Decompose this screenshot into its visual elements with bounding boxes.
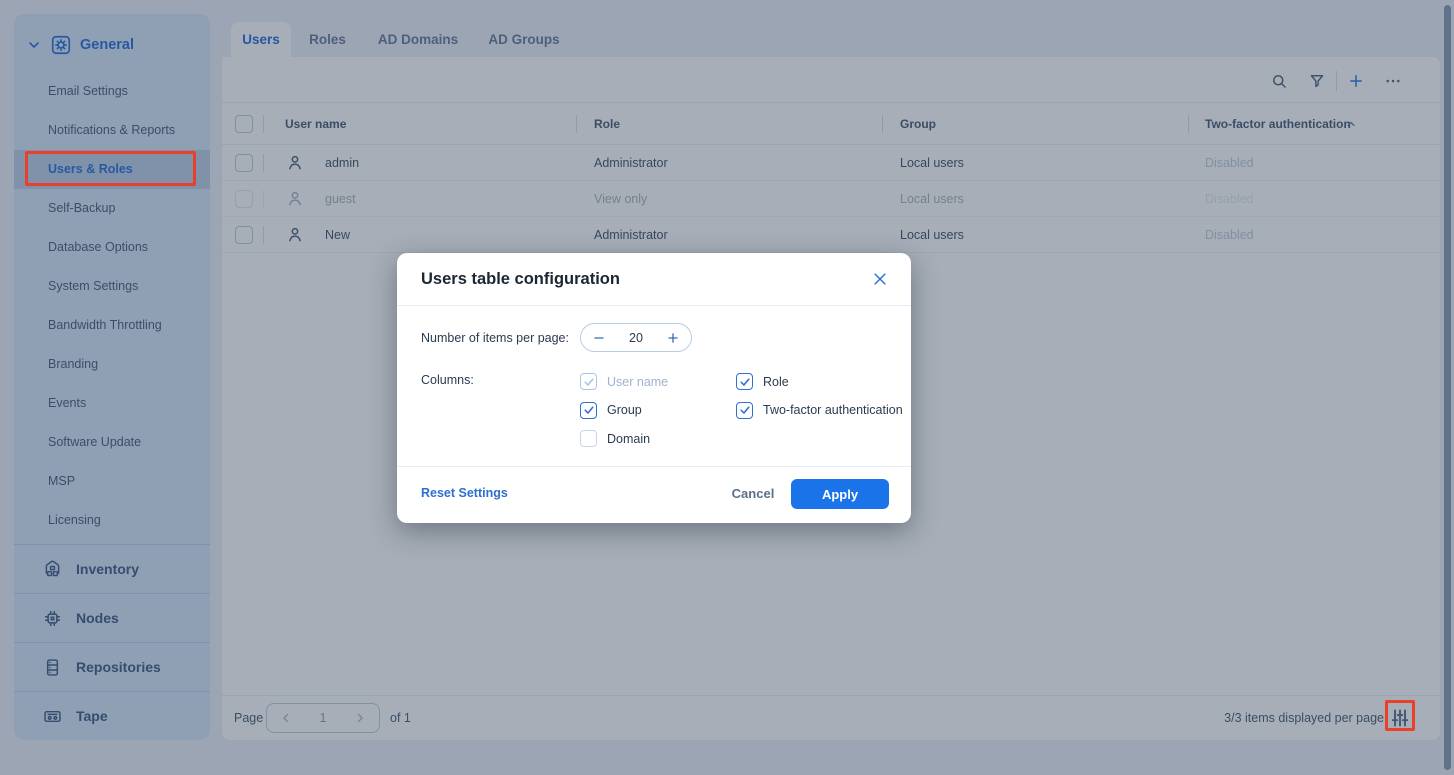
checkbox-checked-icon bbox=[736, 373, 753, 390]
checkbox-unchecked-icon bbox=[580, 430, 597, 447]
checkbox-checked-icon bbox=[736, 402, 753, 419]
checkbox-user-name[interactable]: User name bbox=[580, 372, 736, 391]
apply-button[interactable]: Apply bbox=[791, 479, 889, 509]
checkbox-group[interactable]: Group bbox=[580, 401, 736, 420]
column-options: User name Role Group Two-factor authenti… bbox=[580, 372, 903, 448]
plus-icon[interactable] bbox=[666, 331, 680, 345]
close-icon[interactable] bbox=[871, 270, 889, 288]
annotation-box-table-config bbox=[1385, 700, 1415, 731]
dialog-divider bbox=[397, 466, 911, 467]
checkbox-domain[interactable]: Domain bbox=[580, 429, 736, 448]
checkbox-checked-icon bbox=[580, 373, 597, 390]
reset-settings-link[interactable]: Reset Settings bbox=[421, 486, 508, 500]
dialog-title: Users table configuration bbox=[421, 270, 620, 289]
minus-icon[interactable] bbox=[592, 331, 606, 345]
items-per-page-stepper: 20 bbox=[580, 323, 692, 352]
dialog-divider bbox=[397, 305, 911, 306]
checkbox-checked-icon bbox=[580, 402, 597, 419]
columns-label: Columns: bbox=[421, 373, 474, 387]
checkbox-role[interactable]: Role bbox=[736, 372, 903, 391]
app-root: General Email Settings Notifications & R… bbox=[0, 0, 1454, 775]
users-table-configuration-dialog: Users table configuration Number of item… bbox=[397, 253, 911, 523]
checkbox-two-factor[interactable]: Two-factor authentication bbox=[736, 401, 903, 420]
annotation-box-users-roles bbox=[25, 151, 196, 186]
cancel-button[interactable]: Cancel bbox=[723, 486, 783, 501]
items-per-page-value[interactable]: 20 bbox=[629, 331, 643, 345]
items-per-page-label: Number of items per page: bbox=[421, 331, 569, 345]
